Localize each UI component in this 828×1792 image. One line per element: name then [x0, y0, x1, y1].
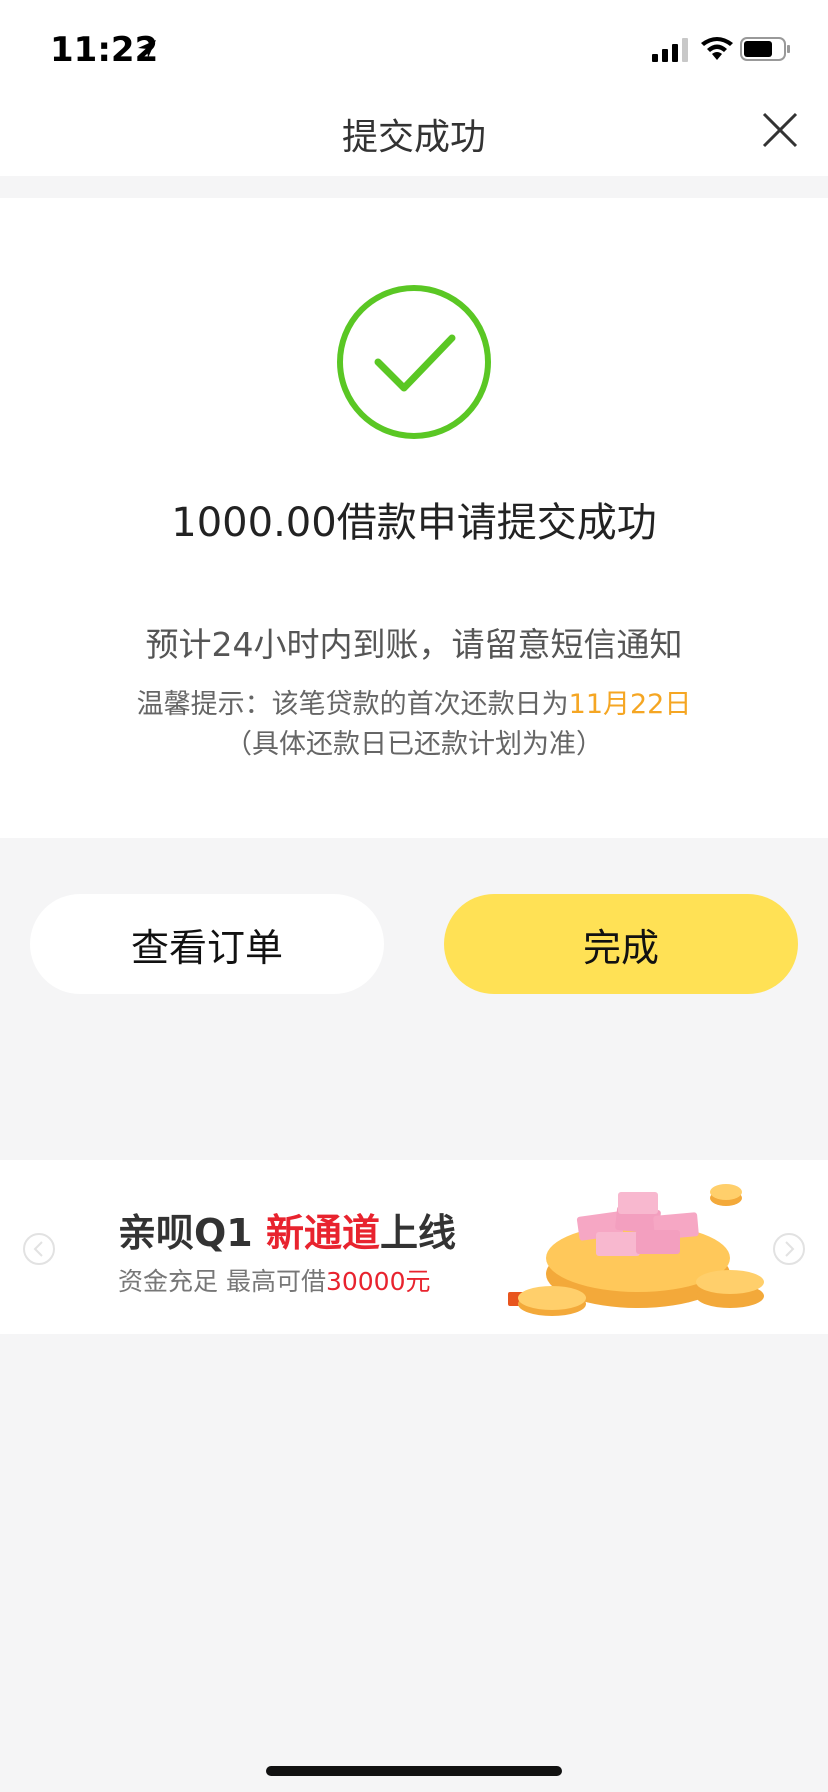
banner-title-highlight: 新通道	[265, 1211, 380, 1255]
location-arrow-icon	[138, 40, 156, 58]
chevron-right-icon[interactable]	[772, 1232, 806, 1266]
banner-title: 亲呗Q1 新通道上线	[118, 1202, 456, 1257]
view-order-button[interactable]: 查看订单	[30, 894, 384, 994]
arrival-notice: 预计24小时内到账，请留意短信通知	[145, 625, 683, 664]
banner-sub-amount: 30000元	[325, 1267, 431, 1296]
page-title: 提交成功	[341, 117, 486, 158]
battery-icon	[740, 37, 790, 61]
home-indicator[interactable]	[266, 1766, 562, 1776]
success-check-icon	[337, 285, 491, 439]
wifi-icon	[701, 37, 733, 60]
result-headline: 1000.00借款申请提交成功	[171, 500, 657, 546]
repayment-tip: 温馨提示：该笔贷款的首次还款日为11月22日	[0, 682, 828, 721]
repayment-tip-text: 温馨提示：该笔贷款的首次还款日为	[136, 689, 569, 720]
repayment-tip-note: （具体还款日已还款计划为准）	[225, 729, 603, 760]
done-button[interactable]: 完成	[444, 894, 798, 994]
money-stack-illustration	[508, 1184, 764, 1316]
banner-title-prefix: 亲呗Q1	[118, 1211, 266, 1255]
banner-title-suffix: 上线	[380, 1211, 457, 1255]
promo-banner[interactable]: 亲呗Q1 新通道上线 资金充足 最高可借30000元	[0, 1160, 828, 1334]
repayment-date: 11月22日	[568, 689, 692, 720]
banner-subtitle: 资金充足 最高可借30000元	[118, 1262, 430, 1298]
close-icon[interactable]	[758, 108, 802, 152]
signal-icon	[652, 38, 688, 62]
status-bar: 11:22	[0, 0, 828, 96]
chevron-left-icon[interactable]	[22, 1232, 56, 1266]
nav-bar: 提交成功	[0, 96, 828, 176]
banner-sub-text: 资金充足 最高可借	[118, 1267, 326, 1296]
